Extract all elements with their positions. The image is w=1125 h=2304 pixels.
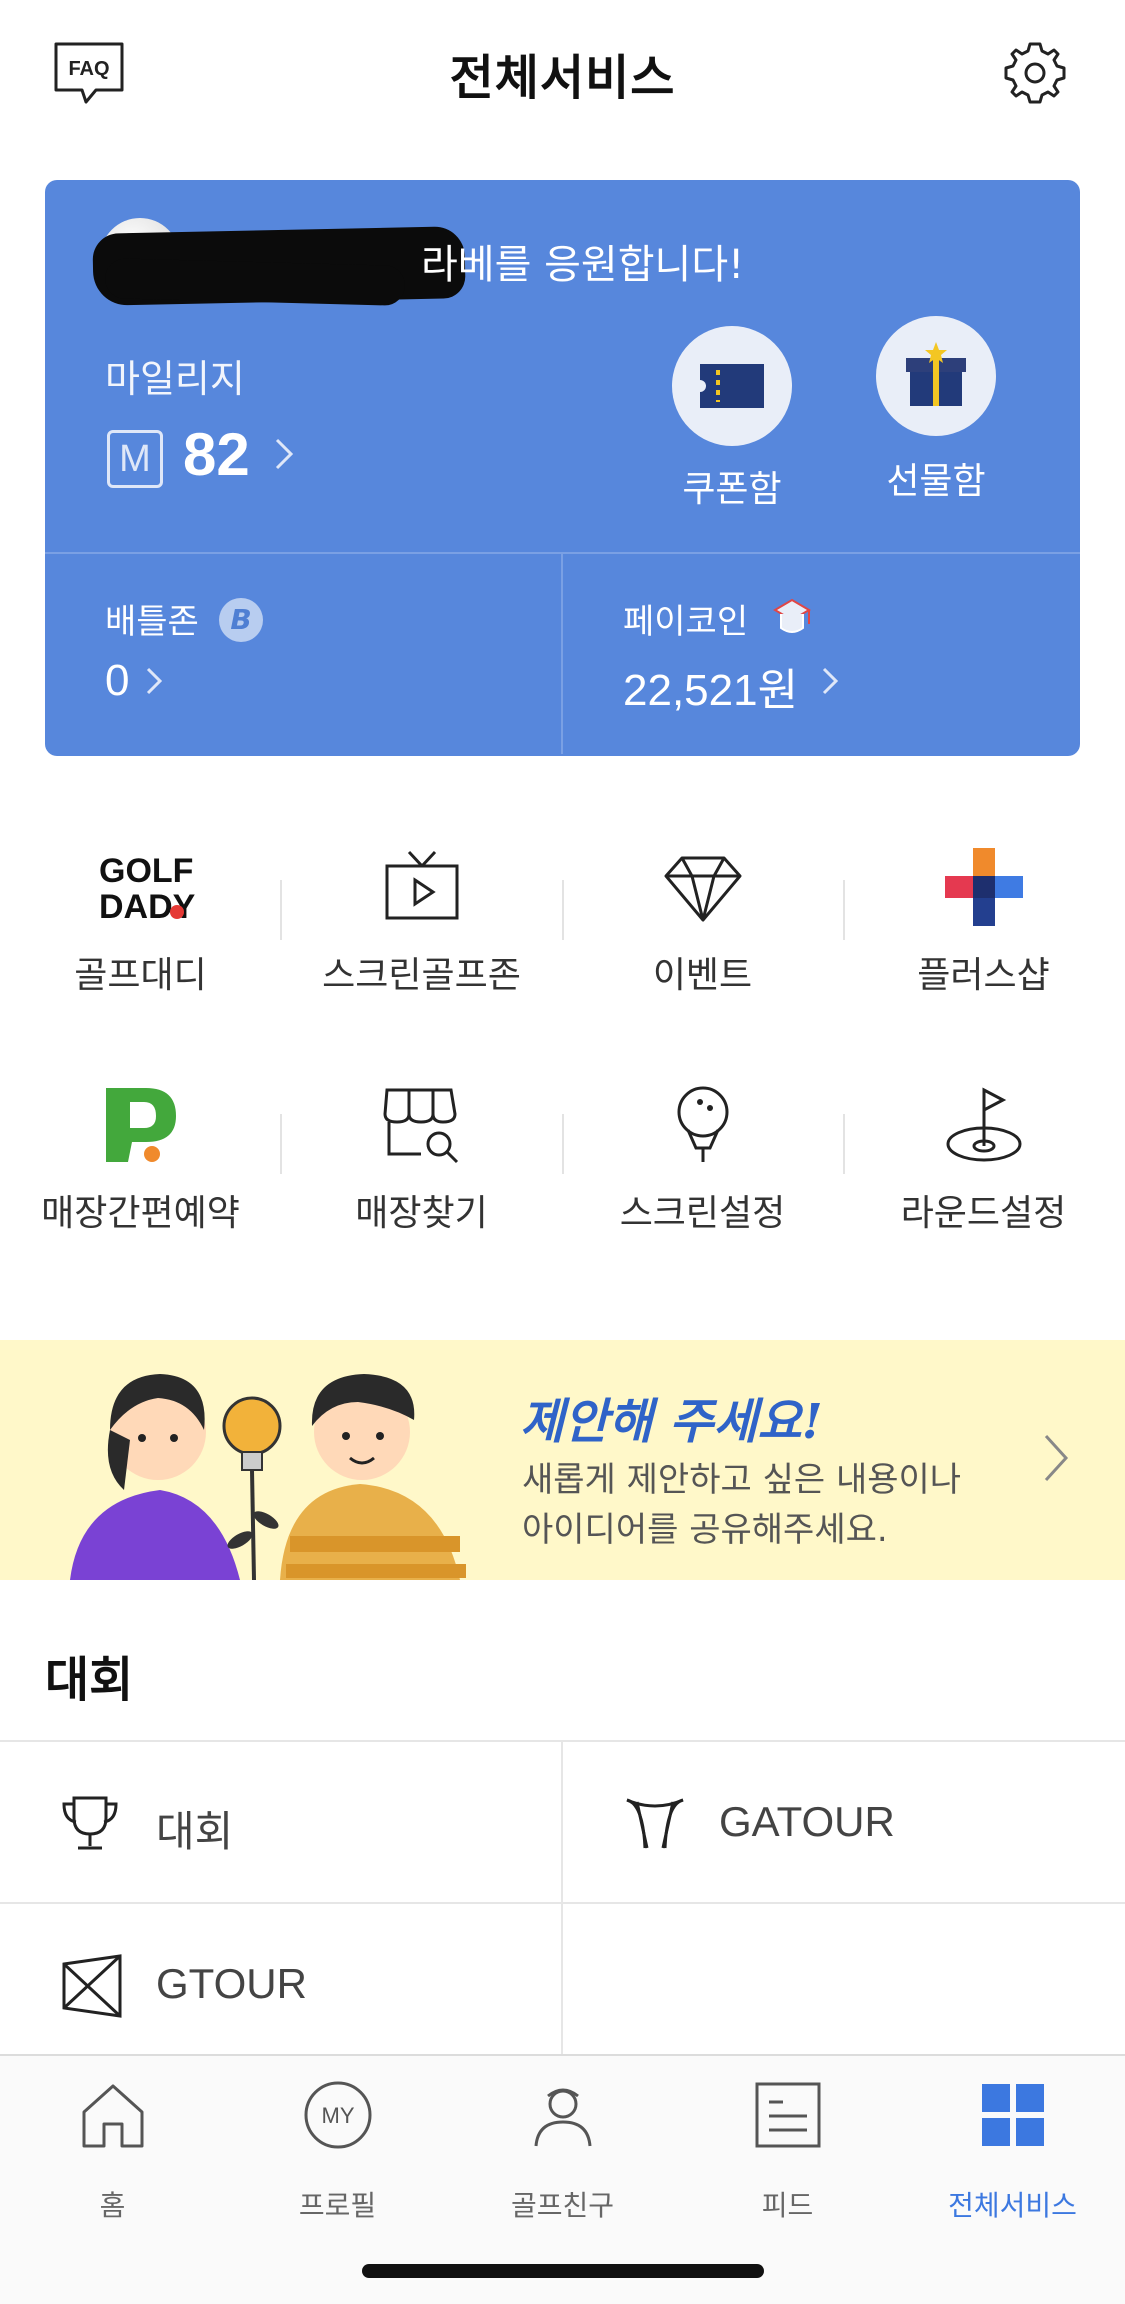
paycoin-icon bbox=[773, 598, 811, 633]
coupon-ticket-icon bbox=[694, 364, 764, 408]
competition-label: 대회 bbox=[156, 1808, 234, 1855]
banner-text-line1: 새롭게 제안하고 싶은 내용이나 bbox=[522, 1460, 962, 1500]
golf-ball-tee-icon bbox=[677, 1086, 729, 1162]
grid-icon bbox=[982, 2084, 1044, 2146]
redacted-name-extra bbox=[104, 258, 406, 306]
nav-label: 전체서비스 bbox=[948, 2189, 1077, 2222]
battle-zone-label: 배틀존 bbox=[105, 602, 199, 642]
golf-friend-icon bbox=[534, 2088, 592, 2147]
coupon-button[interactable] bbox=[672, 326, 792, 446]
banner-text-line2: 아이디어를 공유해주세요. bbox=[522, 1510, 888, 1550]
nav-home[interactable]: 홈 bbox=[0, 2080, 225, 2230]
service-label: 라운드설정 bbox=[900, 1193, 1067, 1234]
competition-label: GATOUR bbox=[719, 1798, 895, 1845]
store-search-icon bbox=[383, 1088, 459, 1164]
service-store-search[interactable]: 매장찾기 bbox=[281, 1084, 562, 1244]
gear-icon bbox=[1004, 42, 1066, 104]
nav-golf-friend[interactable]: 골프친구 bbox=[450, 2080, 675, 2230]
suggestion-banner[interactable]: 제안해 주세요! 새롭게 제안하고 싶은 내용이나 아이디어를 공유해주세요. bbox=[0, 1340, 1125, 1580]
service-plus-shop[interactable]: 플러스샵 bbox=[843, 846, 1124, 1006]
nav-feed[interactable]: 피드 bbox=[675, 2080, 900, 2230]
tv-play-icon bbox=[385, 850, 459, 920]
golfdaddy-logo: GOLF DADY bbox=[99, 852, 196, 926]
home-indicator bbox=[362, 2264, 764, 2278]
competition-item-gatour[interactable]: GATOUR bbox=[563, 1742, 1123, 1902]
golfdaddy-logo-line1: GOLF bbox=[99, 852, 193, 890]
paycoin-value[interactable]: 22,521원 bbox=[623, 654, 798, 718]
paycoin-label: 페이코인 bbox=[623, 602, 749, 642]
service-reservation[interactable]: 매장간편예약 bbox=[0, 1084, 281, 1244]
nav-label: 피드 bbox=[761, 2189, 814, 2222]
service-label: 이벤트 bbox=[652, 955, 753, 996]
my-text: MY bbox=[322, 2103, 355, 2128]
banner-title: 제안해 주세요! bbox=[520, 1394, 823, 1450]
service-round-settings[interactable]: 라운드설정 bbox=[843, 1084, 1124, 1244]
plus-shop-icon bbox=[945, 848, 1023, 926]
service-label: 골프대디 bbox=[74, 955, 207, 996]
gtour-icon bbox=[62, 1954, 122, 2018]
header: FAQ 전체서비스 bbox=[0, 0, 1125, 150]
flag-hole-icon bbox=[946, 1087, 1022, 1162]
chevron-right-icon[interactable] bbox=[145, 664, 163, 698]
competition-label: GTOUR bbox=[156, 1960, 307, 2007]
coupon-label: 쿠폰함 bbox=[682, 469, 782, 510]
settings-button[interactable] bbox=[1002, 40, 1068, 106]
service-screen-golfzone[interactable]: 스크린골프존 bbox=[281, 846, 562, 1006]
gift-label: 선물함 bbox=[886, 461, 986, 502]
nav-label: 프로필 bbox=[298, 2189, 377, 2222]
trophy-icon bbox=[62, 1796, 118, 1850]
gift-box-icon bbox=[906, 342, 966, 406]
my-profile-icon: MY bbox=[304, 2081, 372, 2149]
competition-item-gtour[interactable]: GTOUR bbox=[0, 1904, 560, 2064]
reservation-p-icon bbox=[106, 1088, 176, 1162]
diamond-icon bbox=[664, 856, 742, 922]
nav-all-services[interactable]: 전체서비스 bbox=[900, 2080, 1125, 2230]
chevron-right-icon[interactable] bbox=[821, 664, 839, 698]
competition-section-title: 대회 bbox=[45, 1652, 134, 1708]
nav-label: 홈 bbox=[99, 2189, 126, 2222]
chevron-right-icon bbox=[1044, 1434, 1069, 1482]
battle-zone-value[interactable]: 0 bbox=[105, 656, 129, 706]
wallet-card: 라베를 응원합니다! 마일리지 M 82 쿠폰함 선물함 배틀존 B 0 페이코… bbox=[45, 180, 1080, 756]
home-icon bbox=[82, 2084, 144, 2148]
service-event[interactable]: 이벤트 bbox=[562, 846, 843, 1006]
nav-label: 골프친구 bbox=[510, 2189, 615, 2222]
service-screen-settings[interactable]: 스크린설정 bbox=[562, 1084, 843, 1244]
service-label: 플러스샵 bbox=[917, 955, 1050, 996]
gift-button[interactable] bbox=[876, 316, 996, 436]
cheer-text: 라베를 응원합니다! bbox=[421, 242, 745, 288]
service-label: 스크린골프존 bbox=[322, 955, 521, 996]
card-divider-vertical bbox=[561, 554, 563, 754]
page-title: 전체서비스 bbox=[449, 50, 676, 106]
competition-item-contest[interactable]: 대회 bbox=[0, 1742, 560, 1902]
mileage-label: 마일리지 bbox=[105, 357, 245, 401]
mileage-badge-icon: M bbox=[107, 430, 163, 488]
chevron-right-icon[interactable] bbox=[273, 434, 295, 474]
gatour-icon bbox=[626, 1798, 684, 1849]
nav-profile[interactable]: MY 프로필 bbox=[225, 2080, 450, 2230]
feed-icon bbox=[755, 2082, 821, 2148]
mileage-value[interactable]: 82 bbox=[183, 420, 250, 489]
service-label: 매장간편예약 bbox=[41, 1193, 240, 1234]
people-illustration bbox=[70, 1374, 466, 1580]
service-label: 스크린설정 bbox=[619, 1193, 786, 1234]
service-label: 매장찾기 bbox=[355, 1193, 488, 1234]
battle-b-icon: B bbox=[219, 598, 263, 642]
service-golfdaddy[interactable]: GOLF DADY 골프대디 bbox=[0, 846, 281, 1006]
